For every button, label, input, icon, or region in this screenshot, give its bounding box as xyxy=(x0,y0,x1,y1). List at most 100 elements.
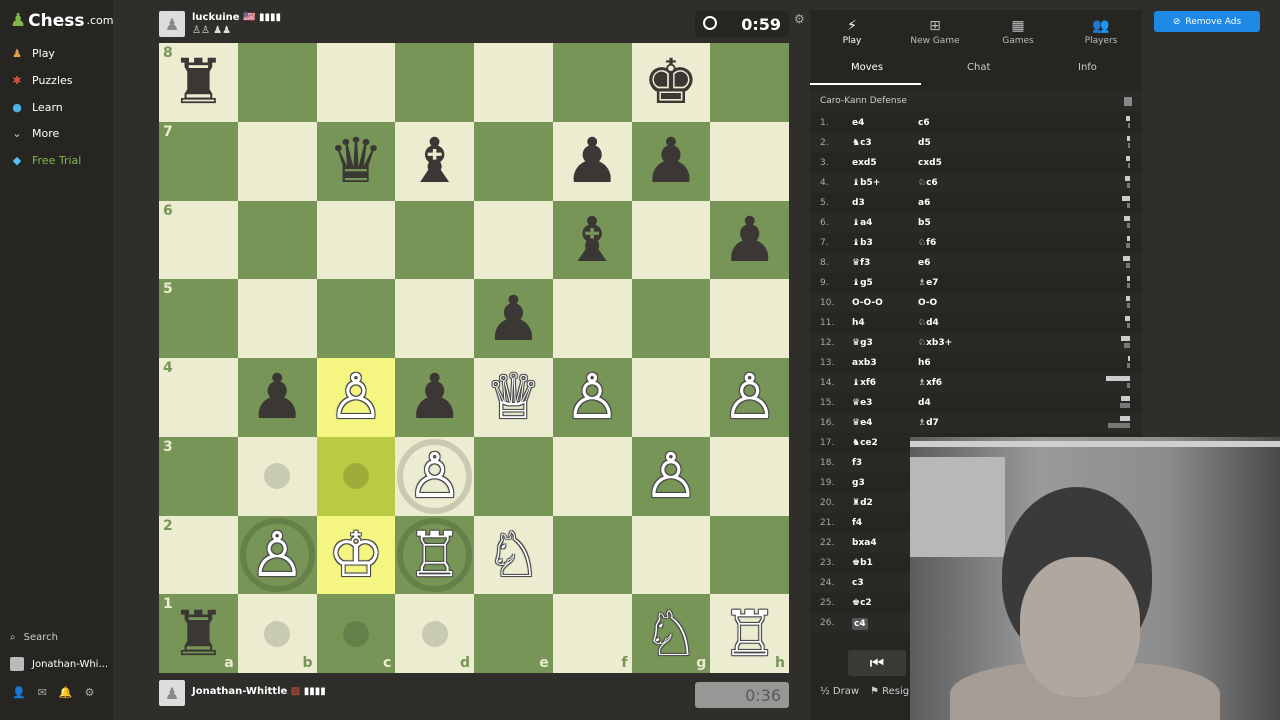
white-move[interactable]: ♝b3 xyxy=(852,238,873,248)
white-piece-d3[interactable]: ♙ xyxy=(395,437,474,516)
white-move[interactable]: ♛g3 xyxy=(852,338,873,348)
sidebar-item-free-trial[interactable]: ◆ Free Trial xyxy=(10,149,82,171)
square-d1[interactable]: d xyxy=(395,594,474,673)
square-c5[interactable] xyxy=(316,279,396,358)
square-e6[interactable] xyxy=(474,200,553,280)
square-b4[interactable]: ♟ xyxy=(237,358,317,437)
black-piece-d4[interactable]: ♟ xyxy=(395,358,474,437)
square-g5[interactable] xyxy=(631,279,711,358)
white-move[interactable]: f4 xyxy=(852,518,862,528)
square-e3[interactable] xyxy=(474,436,553,516)
black-move[interactable]: e6 xyxy=(918,258,930,268)
black-move[interactable]: O-O xyxy=(918,298,937,308)
square-d8[interactable] xyxy=(395,43,474,122)
player-name[interactable]: Jonathan-Whittle ▨ ▮▮▮▮ xyxy=(192,686,326,697)
chess-board[interactable]: 8 ♜ ♚ 7 ♛ ♝ ♟ ♟ 6 ♝ ♟ 5 ♟ 4 ♟ ♙ ♟ ♕ ♙ ♙ 3 ♙ ♙ 2 ♙ ♔ ♖ ♘ 1 a ♜ b c d e f g ♘ h ♖ xyxy=(159,43,789,673)
square-e1[interactable]: e xyxy=(474,594,553,673)
black-move[interactable]: ♘d4 xyxy=(918,318,939,328)
white-move[interactable]: ♜d2 xyxy=(852,498,873,508)
black-piece-a8[interactable]: ♜ xyxy=(159,43,238,122)
square-f2[interactable] xyxy=(552,515,632,595)
white-move[interactable]: ♛e3 xyxy=(852,398,872,408)
white-move[interactable]: f3 xyxy=(852,458,862,468)
white-move[interactable]: ♝xf6 xyxy=(852,378,876,388)
mail-icon[interactable]: ✉ xyxy=(38,686,47,699)
square-h7[interactable] xyxy=(710,121,789,201)
black-move[interactable]: ♗e7 xyxy=(918,278,938,288)
square-c2[interactable]: ♔ xyxy=(316,515,396,595)
white-move[interactable]: ♚c2 xyxy=(852,598,872,608)
white-piece-b2[interactable]: ♙ xyxy=(238,516,317,595)
square-b2[interactable]: ♙ xyxy=(237,515,317,595)
tab-new-game[interactable]: ⊞ New Game xyxy=(905,18,965,46)
square-a8[interactable]: 8 ♜ xyxy=(159,43,238,122)
white-piece-d2[interactable]: ♖ xyxy=(395,516,474,595)
black-piece-h6[interactable]: ♟ xyxy=(710,201,789,280)
subtab-chat[interactable]: Chat xyxy=(967,62,990,73)
square-a7[interactable]: 7 xyxy=(159,121,238,201)
square-g6[interactable] xyxy=(631,200,711,280)
square-d2[interactable]: ♖ xyxy=(395,515,474,595)
chess-logo[interactable]: ♟ Chess .com xyxy=(10,10,114,31)
black-piece-f7[interactable]: ♟ xyxy=(553,122,632,201)
white-piece-g1[interactable]: ♘ xyxy=(632,594,711,673)
white-move[interactable]: ♝g5 xyxy=(852,278,873,288)
square-h3[interactable] xyxy=(710,436,789,516)
white-piece-e2[interactable]: ♘ xyxy=(474,516,553,595)
black-move[interactable]: d5 xyxy=(918,138,931,148)
square-g3[interactable]: ♙ xyxy=(631,436,711,516)
white-move[interactable]: ♞c3 xyxy=(852,138,872,148)
black-move[interactable]: ♘f6 xyxy=(918,238,936,248)
black-piece-c7[interactable]: ♛ xyxy=(317,122,396,201)
sidebar-item-more[interactable]: ⌄ More xyxy=(10,122,59,144)
square-h6[interactable]: ♟ xyxy=(710,200,789,280)
square-h5[interactable] xyxy=(710,279,789,358)
square-g2[interactable] xyxy=(631,515,711,595)
white-move[interactable]: c3 xyxy=(852,578,864,588)
white-move[interactable]: O-O-O xyxy=(852,298,883,308)
square-e4[interactable]: ♕ xyxy=(474,358,553,437)
square-b6[interactable] xyxy=(237,200,317,280)
square-e7[interactable] xyxy=(474,121,553,201)
square-a4[interactable]: 4 xyxy=(159,358,238,437)
subtab-moves[interactable]: Moves xyxy=(851,62,883,73)
white-piece-f4[interactable]: ♙ xyxy=(553,358,632,437)
square-c1[interactable]: c xyxy=(316,594,396,673)
square-h8[interactable] xyxy=(710,43,789,122)
square-h4[interactable]: ♙ xyxy=(710,358,789,437)
square-d6[interactable] xyxy=(395,200,474,280)
square-e2[interactable]: ♘ xyxy=(474,515,553,595)
black-move[interactable]: h6 xyxy=(918,358,931,368)
sidebar-item-learn[interactable]: ● Learn xyxy=(10,96,63,118)
black-move[interactable]: c6 xyxy=(918,118,930,128)
square-b3[interactable] xyxy=(237,436,317,516)
square-f3[interactable] xyxy=(552,436,632,516)
white-move[interactable]: g3 xyxy=(852,478,865,488)
sidebar-item-play[interactable]: ♟ Play xyxy=(10,42,55,64)
white-piece-c2[interactable]: ♔ xyxy=(317,516,396,595)
square-d7[interactable]: ♝ xyxy=(395,121,474,201)
black-piece-g7[interactable]: ♟ xyxy=(632,122,711,201)
white-move[interactable]: exd5 xyxy=(852,158,877,168)
tab-play[interactable]: ⚡ Play xyxy=(822,18,882,46)
tab-games[interactable]: ▦ Games xyxy=(988,18,1048,46)
square-f5[interactable] xyxy=(552,279,632,358)
square-g7[interactable]: ♟ xyxy=(631,121,711,201)
sidebar-search[interactable]: ⌕ Search xyxy=(10,632,58,643)
black-piece-e5[interactable]: ♟ xyxy=(474,279,553,358)
square-g4[interactable] xyxy=(631,358,711,437)
trash-icon[interactable] xyxy=(1124,97,1132,106)
square-c3[interactable] xyxy=(316,436,396,516)
square-f8[interactable] xyxy=(552,43,632,122)
black-piece-b4[interactable]: ♟ xyxy=(238,358,317,437)
legal-move-dot[interactable] xyxy=(264,463,291,490)
friends-icon[interactable]: 👤 xyxy=(12,686,26,699)
square-f7[interactable]: ♟ xyxy=(552,121,632,201)
square-a2[interactable]: 2 xyxy=(159,515,238,595)
square-h1[interactable]: h ♖ xyxy=(710,594,789,673)
white-piece-h4[interactable]: ♙ xyxy=(710,358,789,437)
legal-move-dot[interactable] xyxy=(421,620,448,647)
white-move[interactable]: ♛e4 xyxy=(852,418,872,428)
square-c7[interactable]: ♛ xyxy=(316,121,396,201)
square-f4[interactable]: ♙ xyxy=(552,358,632,437)
